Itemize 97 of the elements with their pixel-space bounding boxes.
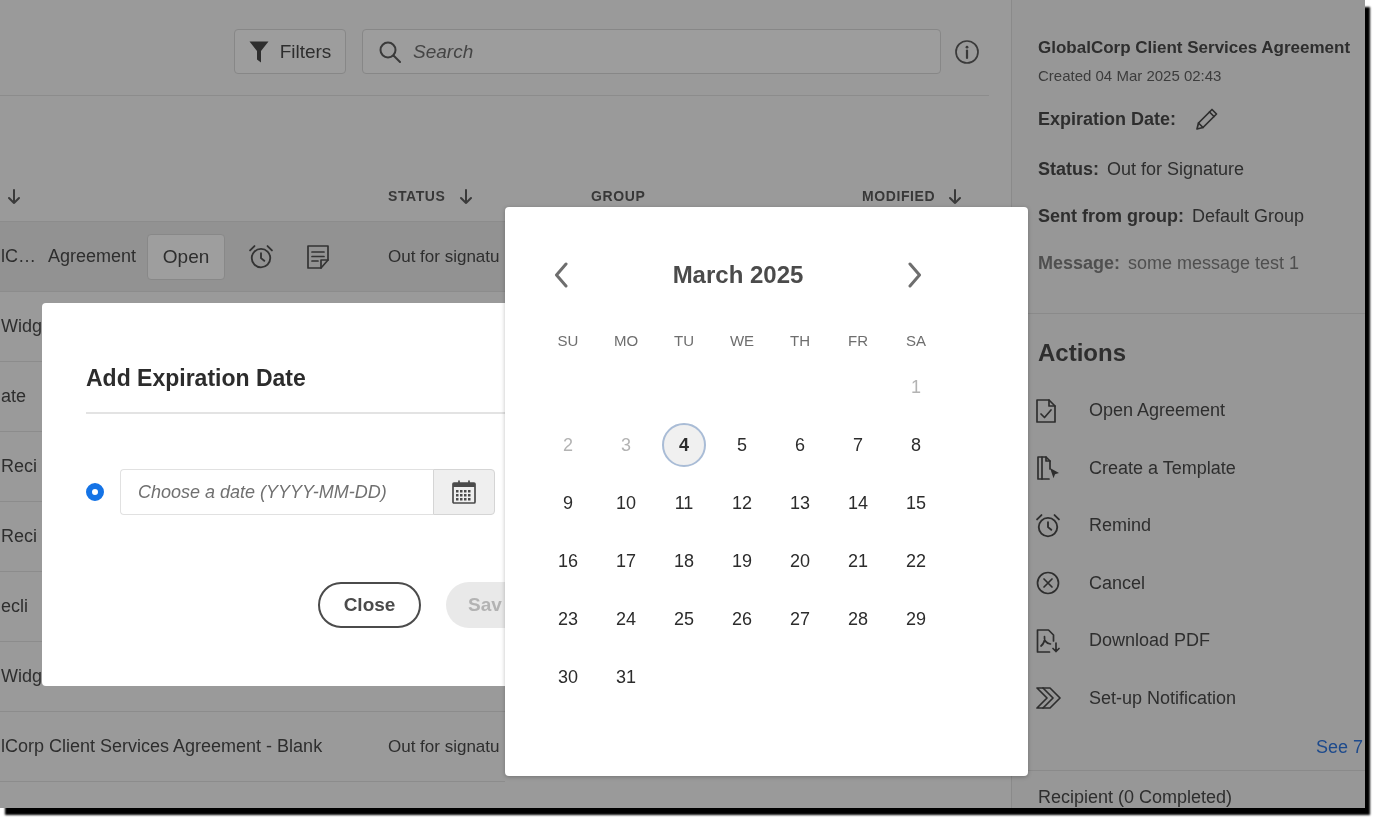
field-label: Sent from group: <box>1038 205 1184 228</box>
calendar-day[interactable]: 4 <box>662 423 706 467</box>
sort-arrow-icon[interactable] <box>949 188 962 204</box>
calendar-day[interactable]: 27 <box>778 597 822 641</box>
action-link[interactable]: Set-up Notification <box>1036 687 1237 710</box>
calendar-day[interactable]: 22 <box>894 539 938 583</box>
dialog-button[interactable]: Close <box>318 582 421 628</box>
section-heading: Actions <box>1038 338 1126 368</box>
chevron-left-icon <box>554 262 568 288</box>
action-link[interactable]: Cancel <box>1036 571 1146 596</box>
document-type: Agreement <box>48 246 137 267</box>
calendar-day[interactable]: 21 <box>836 539 880 583</box>
calendar-icon <box>452 480 476 504</box>
next-month-button[interactable] <box>906 260 924 290</box>
table-row[interactable]: lC… Agreement Open Out for signatu <box>0 222 505 292</box>
field-label: Status: <box>1038 158 1099 181</box>
weekday-label: TU <box>674 331 694 349</box>
weekday-label: TH <box>790 331 810 349</box>
search-input[interactable]: Search <box>413 37 893 66</box>
prev-month-button[interactable] <box>552 260 570 290</box>
field-label: Message: <box>1038 252 1121 275</box>
calendar-day[interactable]: 26 <box>720 597 764 641</box>
calendar-day[interactable]: 13 <box>778 481 822 525</box>
search-field[interactable]: Search <box>362 29 941 74</box>
action-link[interactable]: Download PDF <box>1036 628 1211 653</box>
x-circle-icon <box>1036 571 1060 596</box>
created-date: Created 04 Mar 2025 02:43 <box>1038 66 1222 86</box>
document-name: ate <box>0 386 27 407</box>
field-label: Expiration Date: <box>1038 108 1177 130</box>
document-name: Reci <box>0 456 37 477</box>
calendar-day[interactable]: 30 <box>546 655 590 699</box>
document-name: Reci <box>0 526 37 547</box>
column-header: STATUS <box>388 188 446 204</box>
document-name: Widg <box>0 666 42 687</box>
action-link[interactable]: Create a Template <box>1036 456 1236 481</box>
column-header: GROUP <box>591 188 646 204</box>
calendar-day[interactable]: 5 <box>720 423 764 467</box>
weekday-label: MO <box>613 331 639 349</box>
action-link[interactable]: Open Agreement <box>1036 398 1226 423</box>
calendar-day[interactable]: 28 <box>836 597 880 641</box>
field-value: Default Group <box>1192 205 1305 228</box>
calendar-day[interactable]: 12 <box>720 481 764 525</box>
filters-button[interactable]: Filters <box>234 29 346 74</box>
open-button[interactable]: Open <box>147 233 226 280</box>
calendar-day[interactable]: 29 <box>894 597 938 641</box>
calendar-day[interactable]: 25 <box>662 597 706 641</box>
calendar-day[interactable]: 23 <box>546 597 590 641</box>
pencil-icon[interactable] <box>1195 107 1220 131</box>
month-title: March 2025 <box>672 261 804 289</box>
calendar-day[interactable]: 10 <box>604 481 648 525</box>
chevron-tag-icon <box>1036 687 1062 710</box>
calendar-day[interactable]: 16 <box>546 539 590 583</box>
field-value: some message test 1 <box>1128 252 1300 275</box>
check-document-icon <box>1036 398 1056 423</box>
calendar-button[interactable] <box>433 469 495 515</box>
document-name: lC… <box>0 246 36 267</box>
note-icon[interactable] <box>307 244 330 269</box>
radio-button[interactable] <box>86 483 104 501</box>
calendar-day[interactable]: 6 <box>778 423 822 467</box>
calendar-day[interactable]: 20 <box>778 539 822 583</box>
alarm-clock-icon <box>1036 513 1060 538</box>
alarm-clock-icon[interactable] <box>249 244 274 269</box>
funnel-icon <box>248 40 269 63</box>
weekday-label: WE <box>729 331 755 349</box>
action-link[interactable]: Remind <box>1036 513 1152 538</box>
calendar-day[interactable]: 8 <box>894 423 938 467</box>
section-heading: Recipient (0 Completed) <box>1038 787 1233 807</box>
chevron-right-icon <box>908 262 922 288</box>
calendar-day[interactable]: 15 <box>894 481 938 525</box>
status-text: Out for signatu <box>388 736 500 756</box>
document-pointer-icon <box>1036 456 1060 481</box>
calendar-day[interactable]: 19 <box>720 539 764 583</box>
column-header: MODIFIED <box>862 188 936 204</box>
status-text: Out for signatu <box>388 246 500 266</box>
field-value: Out for Signature <box>1107 158 1245 181</box>
document-download-icon <box>1036 628 1060 653</box>
date-input[interactable]: Choose a date (YYYY-MM-DD) <box>120 469 433 515</box>
document-name: lCorp Client Services Agreement - Blank <box>0 736 323 757</box>
weekday-label: SA <box>906 331 926 349</box>
weekday-label: FR <box>848 331 868 349</box>
document-name: ecli <box>0 596 28 617</box>
search-icon <box>379 40 401 63</box>
calendar-day[interactable]: 18 <box>662 539 706 583</box>
calendar-day[interactable]: 14 <box>836 481 880 525</box>
calendar-day[interactable]: 9 <box>546 481 590 525</box>
agreement-title: GlobalCorp Client Services Agreement <box>1038 37 1351 59</box>
dialog-title: Add Expiration Date <box>86 364 306 393</box>
calendar-day[interactable]: 17 <box>604 539 648 583</box>
calendar-day[interactable]: 31 <box>604 655 648 699</box>
document-name: Widg <box>0 316 42 337</box>
calendar-day[interactable]: 24 <box>604 597 648 641</box>
calendar-day[interactable]: 11 <box>662 481 706 525</box>
sort-arrow-icon[interactable] <box>8 188 20 204</box>
calendar-day[interactable]: 7 <box>836 423 880 467</box>
weekday-label: SU <box>557 331 579 349</box>
info-icon[interactable] <box>955 40 979 64</box>
sort-arrow-icon[interactable] <box>459 188 472 204</box>
